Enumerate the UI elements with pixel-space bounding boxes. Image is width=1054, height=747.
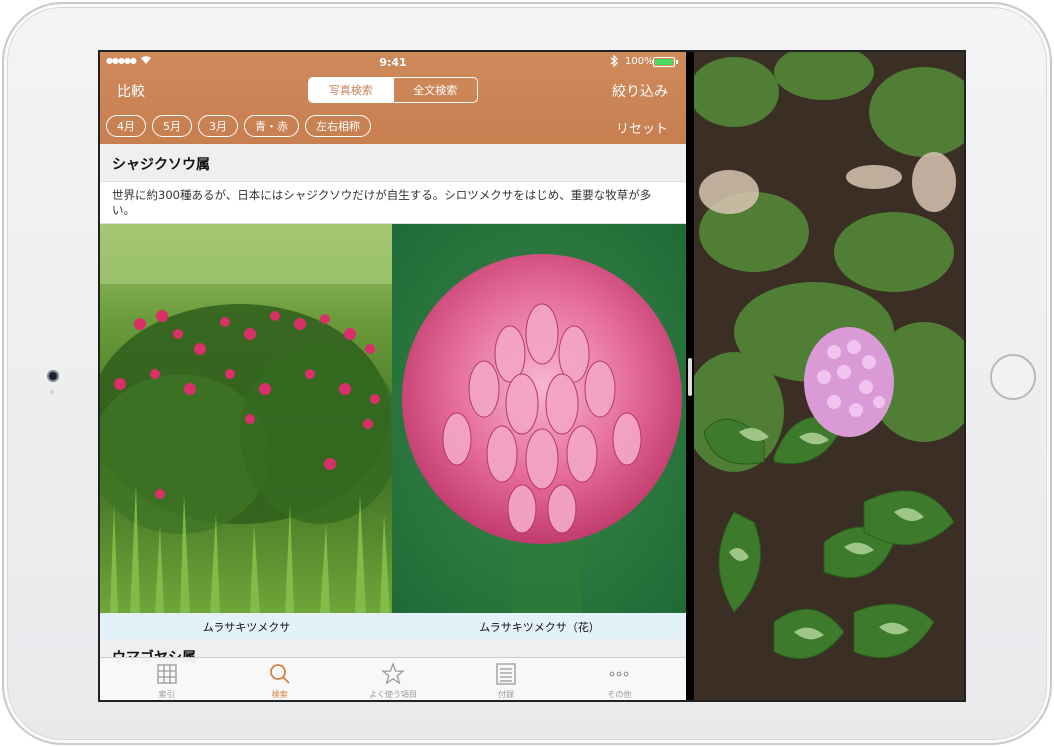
segment-fulltext-search[interactable]: 全文検索 bbox=[392, 78, 478, 102]
screen: ●●●●● 9:41 100% 比較 写真検索 全文検索 絞り込み 4月 5月 … bbox=[98, 50, 966, 702]
segment-photo-search[interactable]: 写真検索 bbox=[309, 78, 393, 102]
search-icon bbox=[269, 664, 290, 684]
tab-label: 検索 bbox=[271, 690, 288, 699]
tab-label: 索引 bbox=[158, 690, 175, 699]
split-view-handle[interactable] bbox=[688, 358, 692, 396]
clover-flower-closeup-photo[interactable] bbox=[392, 224, 686, 613]
filter-chips: 4月 5月 3月 青・赤 左右相称 bbox=[106, 115, 371, 137]
bluetooth-icon bbox=[610, 54, 618, 70]
tab-label: その他 bbox=[607, 690, 632, 699]
tab-index[interactable]: 索引 bbox=[122, 658, 212, 700]
grid-icon bbox=[156, 664, 177, 684]
camera-photo-pane[interactable] bbox=[694, 52, 964, 700]
clover-field-photo[interactable] bbox=[100, 224, 392, 613]
sensor-dot bbox=[50, 390, 54, 394]
photo-row bbox=[100, 224, 686, 613]
home-button[interactable] bbox=[990, 354, 1036, 400]
photo-caption: ムラサキツメクサ（花） bbox=[479, 621, 600, 634]
filter-chip-april[interactable]: 4月 bbox=[106, 115, 146, 137]
more-icon bbox=[609, 671, 629, 677]
compare-button[interactable]: 比較 bbox=[117, 81, 145, 101]
tab-bar: 索引 検索 よく使う項目 付録 その他 bbox=[100, 657, 686, 700]
tab-more[interactable]: その他 bbox=[574, 658, 664, 700]
tab-label: 付録 bbox=[498, 690, 515, 699]
tab-label: よく使う項目 bbox=[368, 690, 417, 699]
section-description: 世界に約300種あるが、日本にはシャジクソウだけが自生する。シロツメクサをはじめ… bbox=[100, 181, 686, 224]
app-pane: ●●●●● 9:41 100% 比較 写真検索 全文検索 絞り込み 4月 5月 … bbox=[100, 52, 686, 700]
section-title: シャジクソウ属 bbox=[100, 144, 686, 181]
battery-icon bbox=[653, 57, 675, 67]
battery-percent: 100% bbox=[625, 56, 654, 67]
tab-favorites[interactable]: よく使う項目 bbox=[348, 658, 438, 700]
filter-chip-may[interactable]: 5月 bbox=[152, 115, 192, 137]
search-mode-segment: 写真検索 全文検索 bbox=[308, 77, 478, 103]
photo-caption: ムラサキツメクサ bbox=[202, 621, 291, 634]
list-icon bbox=[496, 663, 516, 685]
status-time: 9:41 bbox=[379, 56, 407, 69]
tab-search[interactable]: 検索 bbox=[235, 658, 325, 700]
ipad-frame: ●●●●● 9:41 100% 比較 写真検索 全文検索 絞り込み 4月 5月 … bbox=[2, 2, 1052, 745]
filter-chip-symmetry[interactable]: 左右相称 bbox=[305, 115, 371, 137]
camera-icon bbox=[47, 370, 59, 382]
filter-button[interactable]: 絞り込み bbox=[612, 81, 668, 101]
tab-appendix[interactable]: 付録 bbox=[461, 658, 551, 700]
navigation-bar: ●●●●● 9:41 100% 比較 写真検索 全文検索 絞り込み 4月 5月 … bbox=[100, 52, 686, 144]
photo-captions: ムラサキツメクサ ムラサキツメクサ（花） bbox=[100, 613, 686, 639]
status-bar: ●●●●● 9:41 100% bbox=[100, 52, 686, 72]
reset-button[interactable]: リセット bbox=[616, 118, 668, 137]
star-icon bbox=[381, 662, 405, 685]
filter-chip-march[interactable]: 3月 bbox=[198, 115, 238, 137]
filter-chip-color[interactable]: 青・赤 bbox=[244, 115, 299, 137]
